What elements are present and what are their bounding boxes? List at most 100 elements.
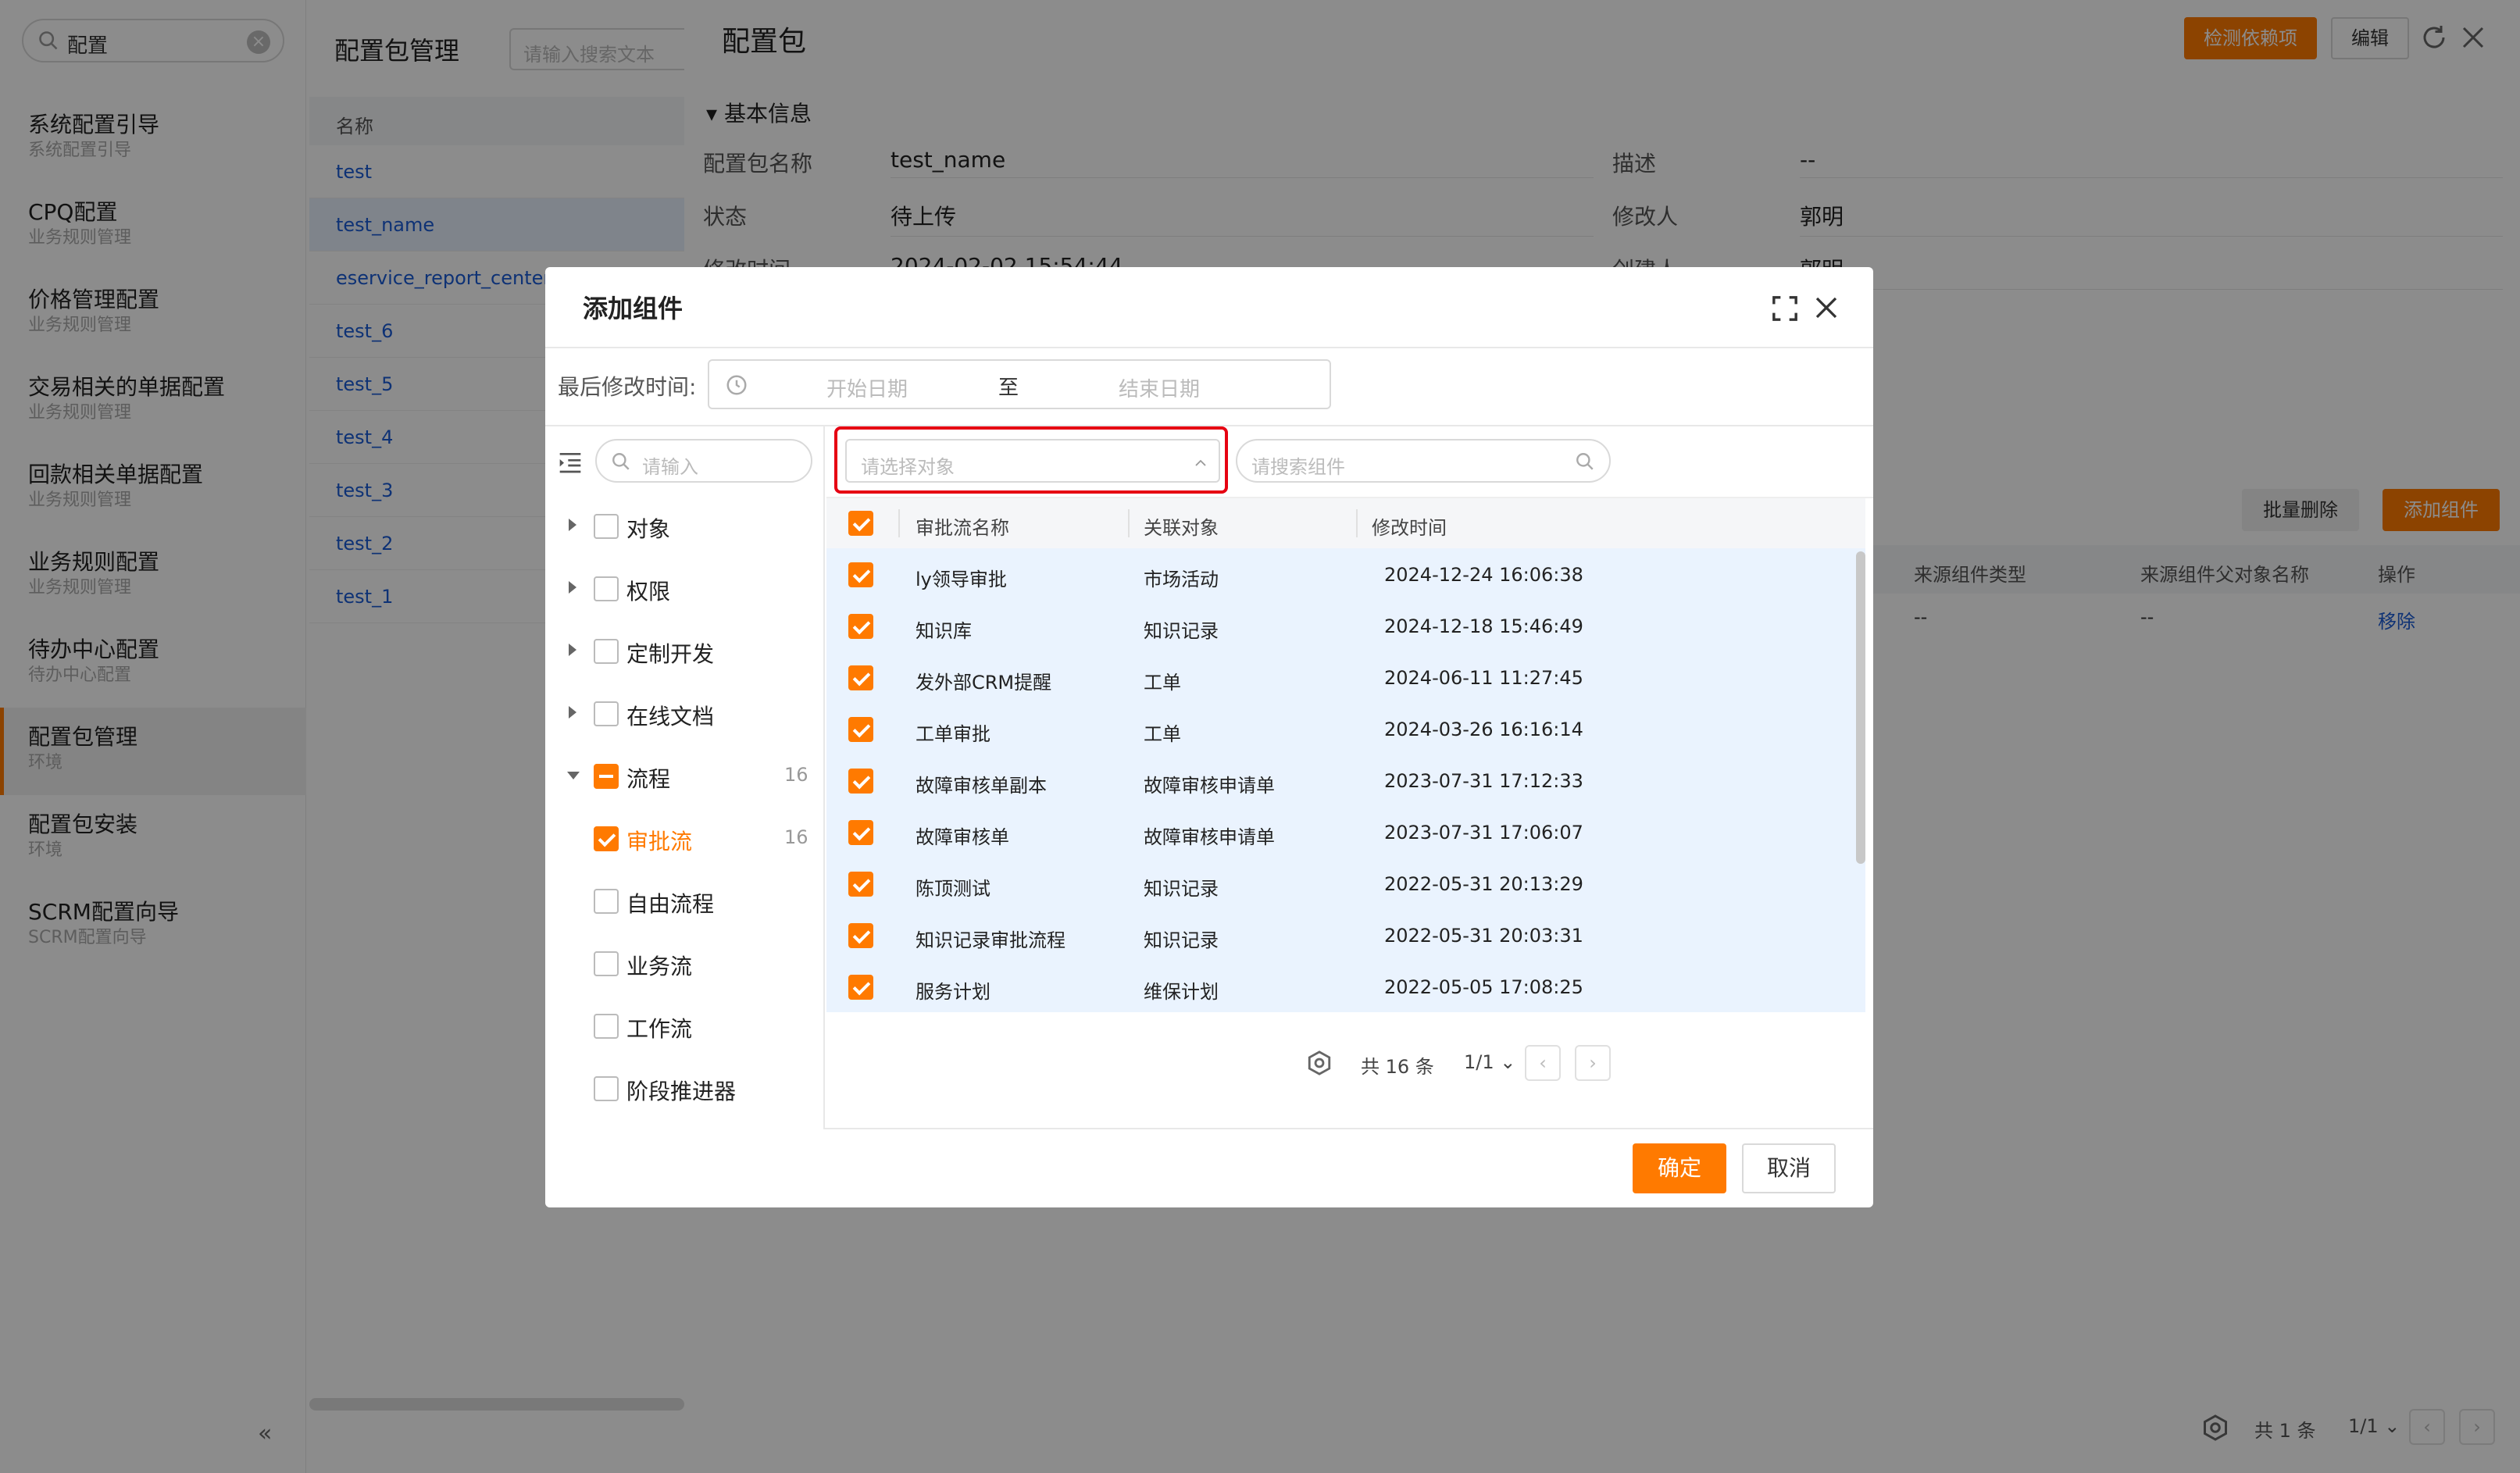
row-checkbox[interactable] [848,717,873,742]
divider [825,1128,1873,1129]
row-checkbox[interactable] [848,614,873,639]
grid-prev-page-button[interactable]: ‹ [1525,1045,1561,1081]
tree-node-checkbox[interactable] [594,1014,619,1039]
confirm-button[interactable]: 确定 [1633,1143,1726,1193]
tree-node-count: 16 [784,764,808,786]
caret-right-icon[interactable] [569,706,576,719]
caret-right-icon[interactable] [569,581,576,594]
col-divider [898,509,900,537]
tree-node-label: 流程 [626,766,671,792]
row-modified-time: 2024-12-24 16:06:38 [1384,564,1583,586]
tree-node-label: 权限 [626,579,671,605]
highlight-box [834,426,1228,494]
component-search-placeholder: 请搜索组件 [1251,456,1345,478]
grid-scrollbar[interactable] [1856,551,1865,864]
row-modified-time: 2023-07-31 17:06:07 [1384,822,1583,843]
tree-node[interactable]: 权限 [545,567,825,611]
row-modified-time: 2022-05-05 17:08:25 [1384,976,1583,998]
tree-node[interactable]: 定制开发 [545,630,825,673]
select-all-checkbox[interactable] [848,511,873,536]
table-row[interactable]: 知识记录审批流程 知识记录 2022-05-31 20:03:31 [826,909,1865,962]
row-flow-name: 知识库 [916,620,972,642]
row-checkbox[interactable] [848,923,873,948]
row-flow-name: 故障审核单 [916,826,1009,848]
grid-total-count: 共 16 条 [1361,1056,1434,1078]
row-related-object: 知识记录 [1144,620,1219,642]
table-row[interactable]: 故障审核单 故障审核申请单 2023-07-31 17:06:07 [826,806,1865,859]
grid-header: 审批流名称 关联对象 修改时间 [826,498,1865,548]
tree-node[interactable]: 阶段推进器 [545,1067,825,1111]
row-modified-time: 2022-05-31 20:13:29 [1384,873,1583,895]
row-checkbox[interactable] [848,975,873,1000]
modal-title: 添加组件 [583,294,684,323]
caret-right-icon[interactable] [569,644,576,656]
cancel-button[interactable]: 取消 [1742,1143,1836,1193]
col-modified-time: 修改时间 [1372,517,1447,539]
col-divider [1128,509,1130,537]
grid-page-select[interactable]: 1/1 ⌄ [1464,1051,1515,1073]
row-related-object: 知识记录 [1144,878,1219,900]
tree-node-checkbox[interactable] [594,1076,619,1101]
tree-node[interactable]: 流程 16 [545,754,825,798]
tree-node-count: 16 [784,826,808,848]
row-related-object: 市场活动 [1144,569,1219,590]
caret-right-icon[interactable] [569,519,576,531]
row-checkbox[interactable] [848,665,873,690]
caret-down-icon[interactable] [567,772,580,779]
table-row[interactable]: 工单审批 工单 2024-03-26 16:16:14 [826,703,1865,756]
settings-icon[interactable] [1306,1050,1333,1076]
row-flow-name: 发外部CRM提醒 [916,672,1052,694]
row-related-object: 维保计划 [1144,981,1219,1003]
tree-node-checkbox[interactable] [594,951,619,976]
tree-node[interactable]: 自由流程 [545,879,825,923]
tree-node[interactable]: 审批流 16 [545,817,825,861]
tree-node[interactable]: 业务流 [545,942,825,986]
row-checkbox[interactable] [848,820,873,845]
table-row[interactable]: 故障审核单副本 故障审核申请单 2023-07-31 17:12:33 [826,754,1865,808]
tree-node[interactable]: 工作流 [545,1004,825,1048]
component-grid-panel: 请选择对象 请搜索组件 审批流名称 关联对象 修改时间 ly领导审批 市场活动 20… [826,426,1873,1129]
fullscreen-icon[interactable] [1772,295,1798,322]
row-related-object: 故障审核申请单 [1144,775,1275,797]
indent-icon[interactable] [558,450,583,475]
date-filter-label: 最后修改时间: [558,374,697,400]
row-related-object: 工单 [1144,672,1181,694]
grid-page-value: 1/1 [1464,1051,1494,1073]
tree-node-label: 自由流程 [626,891,715,917]
tree-node[interactable]: 在线文档 [545,692,825,736]
row-modified-time: 2024-03-26 16:16:14 [1384,719,1583,740]
modal-close-icon[interactable] [1812,294,1840,322]
tree-node-label: 工作流 [626,1016,693,1042]
row-flow-name: 知识记录审批流程 [916,929,1065,951]
tree-node[interactable]: 对象 [545,505,825,548]
date-range-picker[interactable]: 开始日期 至 结束日期 [708,359,1331,409]
row-checkbox[interactable] [848,769,873,794]
tree-node-checkbox[interactable] [594,889,619,914]
grid-next-page-button[interactable]: › [1575,1045,1611,1081]
tree-search-input[interactable]: 请输入 [595,439,812,483]
table-row[interactable]: ly领导审批 市场活动 2024-12-24 16:06:38 [826,548,1865,601]
search-icon [612,453,630,470]
row-modified-time: 2023-07-31 17:12:33 [1384,770,1583,792]
table-row[interactable]: 发外部CRM提醒 工单 2024-06-11 11:27:45 [826,651,1865,704]
row-modified-time: 2022-05-31 20:03:31 [1384,925,1583,947]
row-checkbox[interactable] [848,872,873,897]
start-date-input[interactable]: 开始日期 [826,373,908,402]
tree-node-checkbox[interactable] [594,826,619,851]
table-row[interactable]: 服务计划 维保计划 2022-05-05 17:08:25 [826,961,1865,1012]
tree-node-label: 定制开发 [626,641,715,667]
col-flow-name: 审批流名称 [916,517,1009,539]
tree-node-checkbox[interactable] [594,576,619,601]
table-row[interactable]: 知识库 知识记录 2024-12-18 15:46:49 [826,600,1865,653]
row-flow-name: ly领导审批 [916,569,1007,590]
tree-node-checkbox[interactable] [594,701,619,726]
tree-node-checkbox[interactable] [594,639,619,664]
tree-node-checkbox[interactable] [594,764,619,789]
row-checkbox[interactable] [848,562,873,587]
component-search-input[interactable]: 请搜索组件 [1236,439,1611,483]
tree-node-checkbox[interactable] [594,514,619,539]
end-date-input[interactable]: 结束日期 [1119,373,1200,402]
row-flow-name: 陈顶测试 [916,878,991,900]
tree-node-label: 审批流 [626,829,693,854]
table-row[interactable]: 陈顶测试 知识记录 2022-05-31 20:13:29 [826,858,1865,911]
